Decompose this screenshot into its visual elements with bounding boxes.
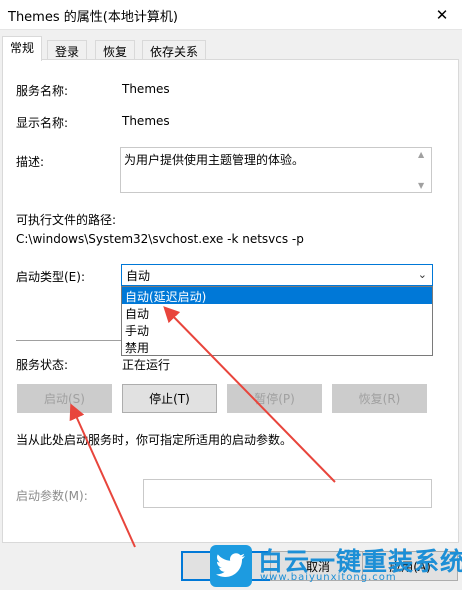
startup-option-disabled[interactable]: 禁用 <box>122 338 432 355</box>
description-label: 描述: <box>16 155 45 169</box>
startup-type-label: 启动类型(E): <box>16 270 85 284</box>
service-status-value: 正在运行 <box>122 358 171 372</box>
display-name-value: Themes <box>122 114 170 128</box>
description-text: 为用户提供使用主题管理的体验。 <box>124 153 305 167</box>
tab-dependencies[interactable]: 依存关系 <box>142 40 207 61</box>
display-name-label: 显示名称: <box>16 116 69 130</box>
watermark: 白云一键重装系统 www.baiyunxitong.com <box>210 543 462 590</box>
start-params-label: 启动参数(M): <box>16 489 88 503</box>
exe-path-label: 可执行文件的路径: <box>16 213 117 227</box>
pause-button[interactable]: 暂停(P) <box>227 384 322 413</box>
start-params-input[interactable] <box>143 479 432 508</box>
service-status-label: 服务状态: <box>16 358 69 372</box>
chevron-down-icon[interactable]: ⌄ <box>418 268 427 281</box>
startup-type-dropdown: 自动(延迟启动) 自动 手动 禁用 <box>121 286 433 356</box>
start-button[interactable]: 启动(S) <box>17 384 112 413</box>
service-name-label: 服务名称: <box>16 84 69 98</box>
startup-option-auto[interactable]: 自动 <box>122 304 432 321</box>
tab-recovery[interactable]: 恢复 <box>95 40 136 61</box>
scroll-up-icon[interactable]: ▲ <box>418 150 424 159</box>
title-bar: Themes 的属性(本地计算机) ✕ <box>0 0 462 30</box>
startup-option-auto-delayed[interactable]: 自动(延迟启动) <box>122 287 432 304</box>
tab-general[interactable]: 常规 <box>2 36 43 61</box>
startup-type-select[interactable]: 自动 ⌄ <box>121 264 433 286</box>
exe-path-value: C:\windows\System32\svchost.exe -k netsv… <box>16 232 304 246</box>
start-params-hint: 当从此处启动服务时，你可指定所适用的启动参数。 <box>16 433 293 447</box>
resume-button[interactable]: 恢复(R) <box>332 384 427 413</box>
bird-logo-icon <box>210 545 252 587</box>
watermark-url: www.baiyunxitong.com <box>260 572 397 583</box>
close-icon[interactable]: ✕ <box>422 0 462 30</box>
description-box[interactable]: 为用户提供使用主题管理的体验。 ▲ ▼ <box>120 147 432 193</box>
stop-button[interactable]: 停止(T) <box>122 384 217 413</box>
service-name-value: Themes <box>122 82 170 96</box>
startup-option-manual[interactable]: 手动 <box>122 321 432 338</box>
startup-type-value: 自动 <box>126 269 151 283</box>
description-scrollbar[interactable]: ▲ ▼ <box>415 148 431 192</box>
window-title: Themes 的属性(本地计算机) <box>8 10 178 25</box>
scroll-down-icon[interactable]: ▼ <box>418 181 424 190</box>
tab-logon[interactable]: 登录 <box>47 40 88 61</box>
